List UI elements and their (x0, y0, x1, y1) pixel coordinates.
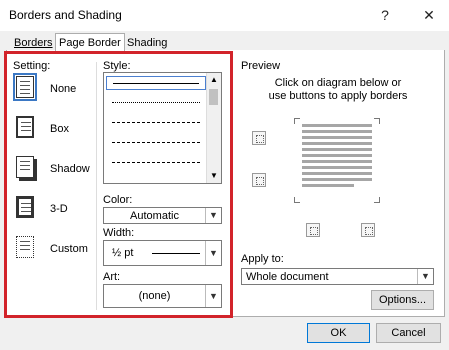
scroll-down-icon[interactable]: ▼ (207, 169, 221, 183)
setting-divider (96, 62, 97, 310)
scroll-up-icon[interactable]: ▲ (207, 73, 221, 87)
close-icon[interactable]: ✕ (416, 4, 442, 26)
ok-button[interactable]: OK (307, 323, 370, 343)
preview-text-line (302, 124, 372, 127)
art-dropdown[interactable]: (none) ▼ (103, 284, 222, 308)
apply-to-value: Whole document (246, 271, 329, 283)
options-button[interactable]: Options... (371, 290, 434, 310)
cancel-button[interactable]: Cancel (376, 323, 441, 343)
preview-text-line (302, 172, 372, 175)
setting-custom-label[interactable]: Custom (50, 243, 88, 255)
preview-instructions: Click on diagram below or use buttons to… (240, 77, 436, 103)
chevron-down-icon[interactable]: ▼ (205, 208, 221, 223)
bottom-border-button[interactable] (252, 173, 266, 187)
style-solid-line[interactable] (106, 76, 206, 90)
art-label: Art: (103, 271, 121, 283)
preview-text-line (302, 142, 372, 145)
color-label: Color: (103, 194, 133, 206)
chevron-down-icon[interactable]: ▼ (205, 285, 221, 307)
preview-text-line (302, 184, 354, 187)
preview-instruction-line1: Click on diagram below or (274, 77, 402, 89)
preview-corner-mark (294, 197, 300, 203)
preview-text-line (302, 178, 372, 181)
apply-to-dropdown[interactable]: Whole document ▼ (241, 268, 434, 285)
style-listbox[interactable]: ▲ ▼ (103, 72, 222, 184)
tab-shading[interactable]: Shading (124, 36, 170, 51)
shadow-setting-icon[interactable] (16, 156, 34, 178)
setting-3d-label[interactable]: 3-D (50, 203, 68, 215)
color-value: Automatic (130, 210, 179, 222)
color-dropdown[interactable]: Automatic ▼ (103, 207, 222, 224)
chevron-down-icon[interactable]: ▼ (205, 241, 221, 265)
art-value: (none) (138, 290, 171, 302)
tab-page-border[interactable]: Page Border (55, 33, 125, 52)
left-border-button[interactable] (306, 223, 320, 237)
help-icon[interactable]: ? (372, 4, 398, 26)
preview-text-line (302, 136, 372, 139)
setting-label: Setting: (13, 60, 51, 72)
preview-text-line (302, 148, 372, 151)
3d-setting-icon[interactable] (16, 196, 34, 218)
scroll-thumb[interactable] (209, 89, 218, 105)
style-dotted-line[interactable] (106, 95, 206, 109)
preview-text-line (302, 160, 372, 163)
right-border-button[interactable] (361, 223, 375, 237)
style-label: Style: (103, 60, 131, 72)
box-setting-icon[interactable] (16, 116, 34, 138)
width-value: ½ pt (112, 247, 134, 259)
setting-box-label[interactable]: Box (50, 123, 69, 135)
tab-borders[interactable]: Borders (11, 36, 56, 51)
style-dashed-small-line[interactable] (106, 115, 206, 129)
preview-text-line (302, 130, 372, 133)
width-dropdown[interactable]: ½ pt ▼ (103, 240, 222, 266)
chevron-down-icon[interactable]: ▼ (417, 269, 433, 284)
preview-text-line (302, 166, 372, 169)
dialog-title: Borders and Shading (9, 8, 122, 22)
none-setting-icon[interactable] (13, 73, 37, 101)
preview-text-line (302, 154, 372, 157)
preview-instruction-line2: use buttons to apply borders (268, 90, 408, 102)
custom-setting-icon[interactable] (16, 236, 34, 258)
setting-shadow-label[interactable]: Shadow (50, 163, 90, 175)
preview-corner-mark (374, 197, 380, 203)
width-line-sample (152, 253, 200, 254)
style-dash-dot-line[interactable] (106, 155, 206, 169)
apply-to-label: Apply to: (241, 253, 284, 265)
style-scrollbar[interactable]: ▲ ▼ (206, 73, 221, 183)
preview-corner-mark (294, 118, 300, 124)
preview-corner-mark (374, 118, 380, 124)
setting-none-label[interactable]: None (50, 83, 76, 95)
preview-label: Preview (241, 60, 281, 72)
top-border-button[interactable] (252, 131, 266, 145)
style-dashed-line[interactable] (106, 135, 206, 149)
width-label: Width: (103, 227, 135, 239)
